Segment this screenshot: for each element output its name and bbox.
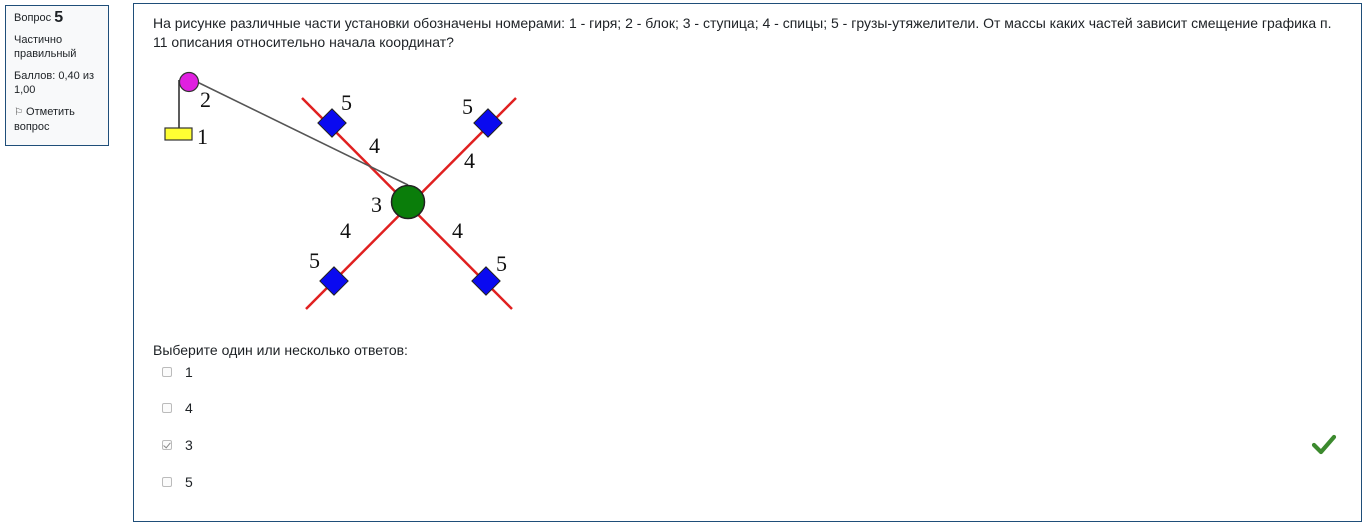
answer-label: 1 — [185, 364, 193, 380]
question-state: Частично правильный — [14, 34, 77, 60]
answer-label: 4 — [185, 400, 193, 416]
answer-option[interactable]: 4 — [162, 398, 193, 418]
answer-checkbox[interactable] — [162, 367, 172, 377]
label-4-ne: 4 — [464, 148, 475, 173]
answer-checkbox[interactable] — [162, 403, 172, 413]
flag-label: Отметить вопрос — [14, 106, 75, 133]
label-5-sw: 5 — [309, 248, 320, 273]
label-3: 3 — [371, 192, 382, 217]
label-1: 1 — [197, 124, 208, 149]
hub — [390, 184, 426, 220]
question-content: На рисунке различные части установки обо… — [133, 3, 1362, 522]
answer-checkbox-checked[interactable] — [162, 440, 172, 450]
weight — [164, 127, 193, 141]
flag-question-link[interactable]: ⚐ Отметить вопрос — [14, 105, 100, 134]
question-info-panel: Вопрос 5 Частично правильный Баллов: 0,4… — [5, 5, 109, 146]
question-text: На рисунке различные части установки обо… — [153, 15, 1332, 50]
question-grade: Баллов: 0,40 из 1,00 — [14, 70, 95, 96]
answer-label: 5 — [185, 474, 193, 490]
answer-label: 3 — [185, 437, 193, 453]
label-4-se: 4 — [452, 218, 463, 243]
question-number-value: 5 — [54, 9, 64, 26]
answer-option[interactable]: 3 — [162, 435, 193, 455]
label-5-se: 5 — [496, 251, 507, 276]
label-5-nw: 5 — [341, 90, 352, 115]
answer-prompt: Выберите один или несколько ответов: — [153, 342, 408, 358]
pulley — [178, 71, 200, 93]
answer-checkbox[interactable] — [162, 477, 172, 487]
answer-option[interactable]: 1 — [162, 362, 193, 382]
flag-icon: ⚐ — [14, 107, 23, 118]
label-4-nw: 4 — [369, 133, 380, 158]
answer-option[interactable]: 5 — [162, 472, 193, 492]
label-2: 2 — [200, 87, 211, 112]
checkmark-icon — [1311, 434, 1337, 455]
extra-weight-ne — [473, 108, 503, 138]
string — [188, 77, 409, 186]
question-number: Вопрос 5 — [14, 9, 100, 26]
label-5-ne: 5 — [462, 94, 473, 119]
apparatus-figure: 2 1 5 5 4 4 3 4 4 5 5 — [164, 71, 517, 310]
label-4-sw: 4 — [340, 218, 351, 243]
question-label: Вопрос — [14, 12, 52, 24]
